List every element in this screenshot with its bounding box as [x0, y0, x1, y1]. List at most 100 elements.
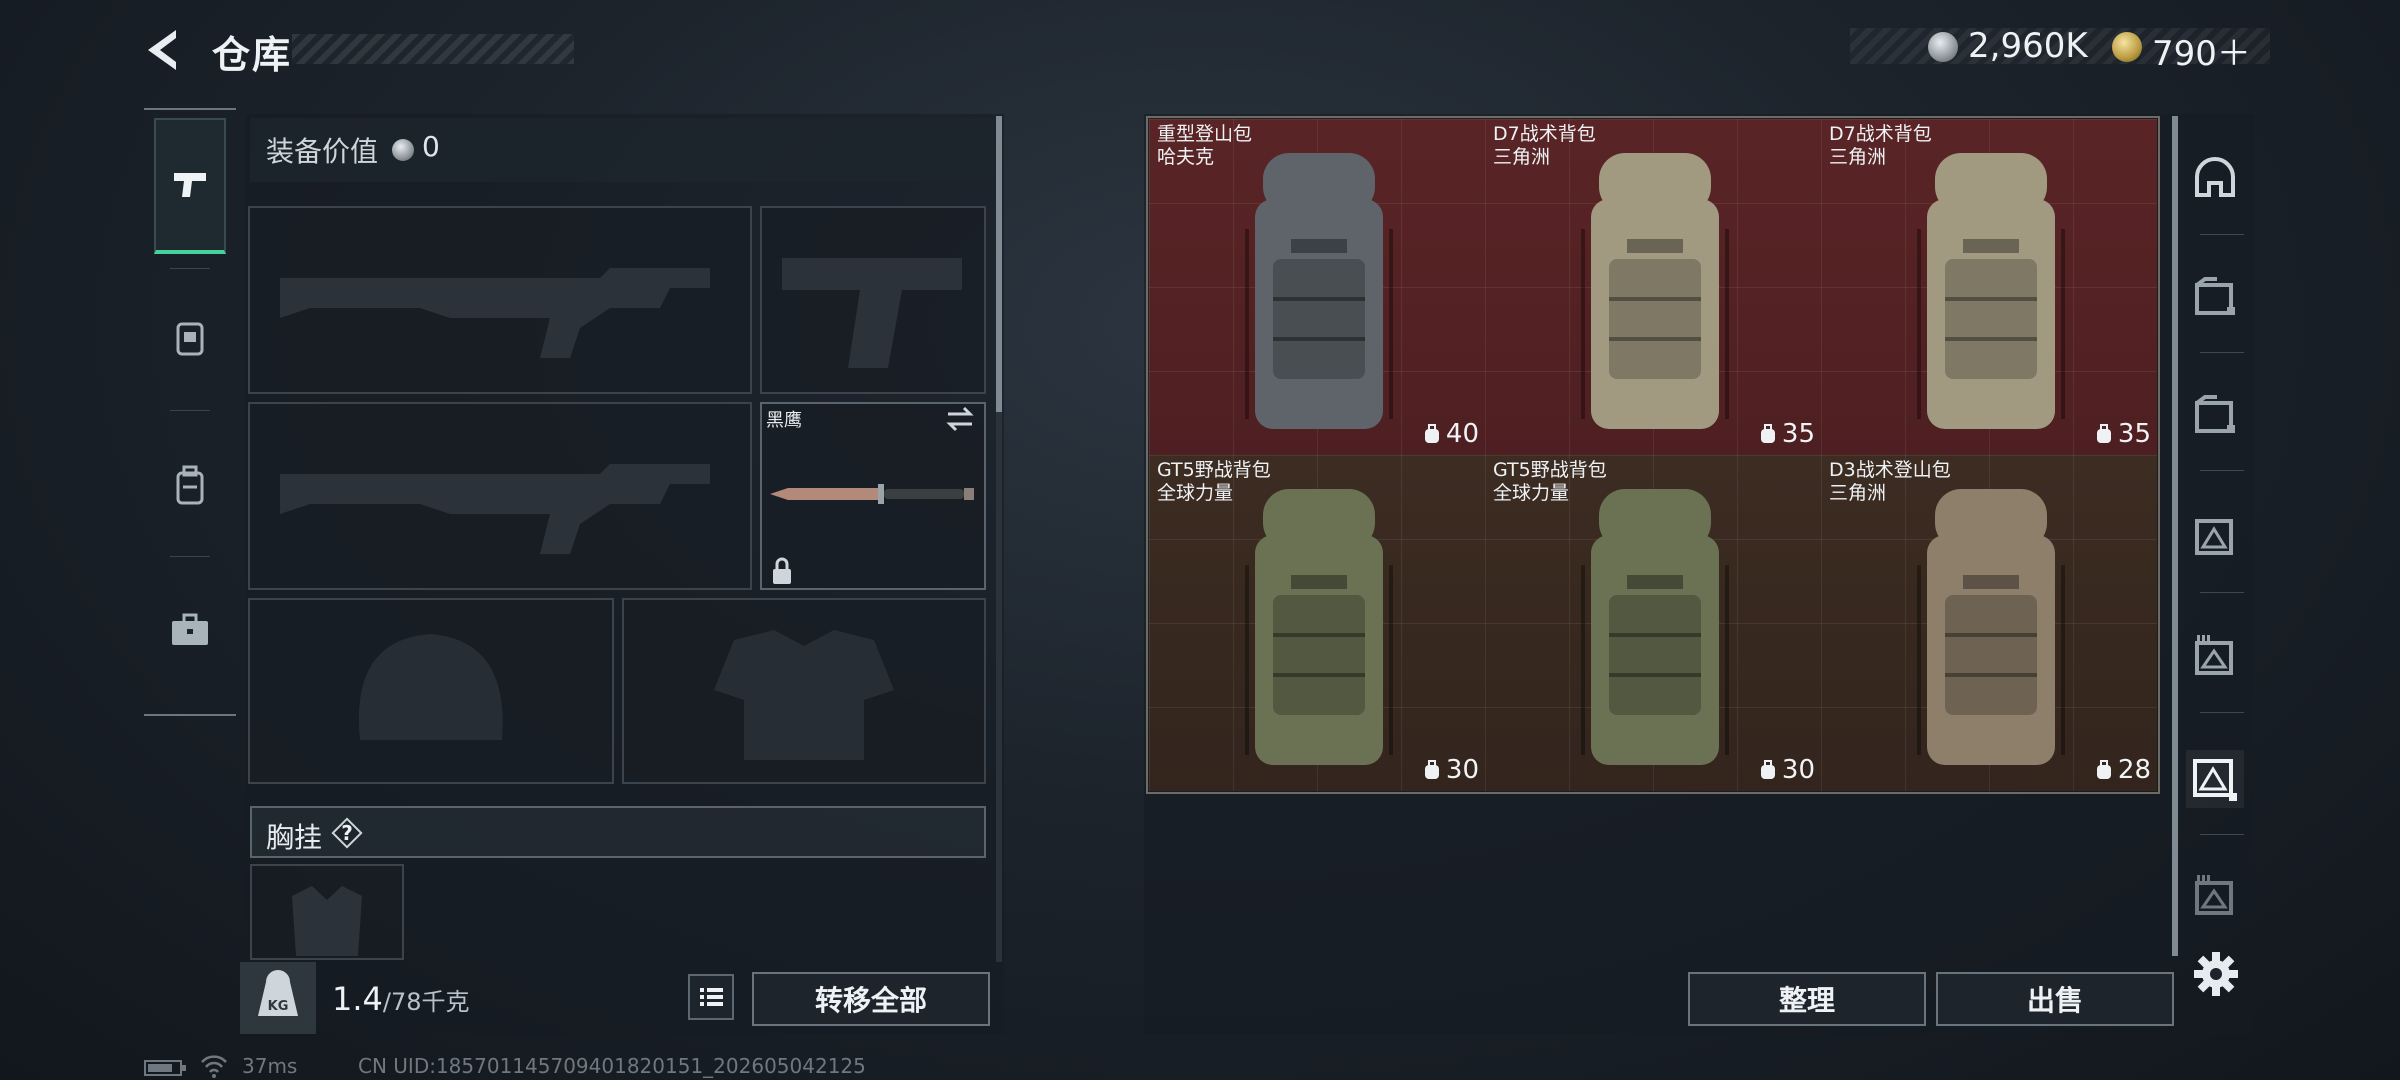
equipment-value: 0 [422, 130, 440, 163]
item-capacity: 35 [2094, 419, 2151, 449]
briefcase-icon [172, 613, 208, 645]
sort-button[interactable]: 整理 [1688, 972, 1926, 1026]
sidebar-separator [2200, 234, 2244, 235]
sidebar-storage-5[interactable] [2186, 750, 2244, 808]
capacity-value: 40 [1445, 419, 1479, 449]
primary-weapon-slot[interactable] [248, 206, 752, 394]
backpack-image [1917, 489, 2065, 765]
weight-icon: KG [258, 970, 298, 1016]
swap-icon[interactable] [944, 404, 976, 434]
tab-separator [170, 410, 210, 411]
storage-grid: 重型登山包 哈夫克 40 D7战术背包 三角洲 35 D7战术背包 三角洲 35 GT5野战背包全… [1146, 116, 2160, 794]
backpack-image [1245, 153, 1393, 429]
wifi-icon [201, 1055, 227, 1078]
helmet-silhouette-icon [358, 634, 503, 740]
item-brand: 全球力量 [1157, 482, 1234, 504]
capacity-icon [2096, 760, 2111, 779]
triangle-box-icon [2193, 759, 2237, 801]
item-capacity: 30 [1758, 755, 1815, 785]
sidebar-storage-4[interactable] [2186, 628, 2244, 686]
gold-coin-icon [2112, 32, 2142, 62]
svg-text:KG: KG [268, 999, 289, 1014]
helmet-filter-icon [2195, 157, 2235, 197]
item-name-line1: GT5野战背包 [1493, 459, 1607, 481]
item-name: D7战术背包 三角洲 [1493, 123, 1596, 169]
help-icon[interactable]: ? [330, 816, 364, 850]
storage-scrollbar[interactable] [2172, 116, 2178, 956]
storage-item-backpack[interactable]: D7战术背包 三角洲 35 [1821, 119, 2157, 455]
sell-button[interactable]: 出售 [1936, 972, 2174, 1026]
item-brand: 全球力量 [1493, 482, 1570, 504]
carry-weight: 1.4/78千克 [332, 980, 470, 1018]
item-name-line1: D7战术背包 [1829, 123, 1932, 145]
storage-item-backpack[interactable]: D3战术登山包 三角洲 28 [1821, 455, 2157, 791]
sidebar-helmet-filter[interactable] [2186, 150, 2244, 208]
sidearm-slot[interactable] [760, 206, 986, 394]
lock-icon [773, 557, 791, 584]
storage-item-backpack[interactable]: GT5野战背包 全球力量 30 [1485, 455, 1821, 791]
weight-box: KG [240, 962, 316, 1034]
storage-item-backpack[interactable]: 重型登山包 哈夫克 40 [1149, 119, 1485, 455]
list-icon [700, 988, 723, 1006]
capacity-value: 30 [1445, 755, 1479, 785]
list-view-button[interactable] [688, 974, 734, 1020]
secondary-weapon-slot[interactable] [248, 402, 752, 590]
item-name-line1: GT5野战背包 [1157, 459, 1271, 481]
chest-rig-slot[interactable] [250, 864, 404, 960]
armor-icon [176, 322, 204, 356]
tab-armor[interactable] [154, 270, 226, 406]
silver-coin-icon [392, 139, 414, 161]
sidebar-separator [2200, 712, 2244, 713]
equipment-scrollbar-thumb[interactable] [996, 116, 1002, 412]
item-name-line1: 重型登山包 [1157, 123, 1253, 145]
knife-image [770, 484, 974, 504]
back-arrow-icon[interactable] [140, 26, 188, 74]
armor-silhouette-icon [714, 630, 894, 760]
storage-item-backpack[interactable]: D7战术背包 三角洲 35 [1485, 119, 1821, 455]
chest-rig-silhouette-icon [292, 886, 362, 956]
capacity-icon [2096, 424, 2111, 443]
sidebar-separator [2200, 834, 2244, 835]
item-brand: 三角洲 [1829, 146, 1887, 168]
storage-case-icon [2195, 395, 2235, 433]
item-name-line1: D7战术背包 [1493, 123, 1596, 145]
body-armor-slot[interactable] [622, 598, 986, 784]
item-brand: 三角洲 [1493, 146, 1551, 168]
item-capacity: 35 [1758, 419, 1815, 449]
sidebar-separator [2200, 592, 2244, 593]
triangle-box-icon [2195, 519, 2233, 555]
silver-coin-icon [1928, 32, 1958, 62]
tab-weapons[interactable] [154, 118, 226, 254]
tab-toolbox[interactable] [154, 562, 226, 698]
storage-item-backpack[interactable]: GT5野战背包 全球力量 30 [1149, 455, 1485, 791]
item-name: GT5野战背包 全球力量 [1493, 459, 1607, 505]
capacity-value: 28 [2117, 755, 2151, 785]
page-title: 仓库 [212, 33, 293, 77]
capacity-icon [1760, 760, 1775, 779]
sidebar-storage-3[interactable] [2186, 508, 2244, 566]
ping-value: 37ms [242, 1054, 298, 1078]
sidebar-storage-2[interactable] [2186, 386, 2244, 444]
backpack-image [1245, 489, 1393, 765]
item-capacity: 28 [2094, 755, 2151, 785]
sidebar-storage-1[interactable] [2186, 268, 2244, 326]
svg-text:?: ? [341, 821, 353, 845]
pistol-silhouette-icon [782, 258, 962, 368]
settings-gear-icon[interactable] [2192, 950, 2240, 998]
tab-backpack[interactable] [154, 418, 226, 554]
tab-separator [170, 556, 210, 557]
helmet-slot[interactable] [248, 598, 614, 784]
backpack-icon [176, 465, 204, 505]
sidebar-separator [2200, 470, 2244, 471]
sidebar-storage-6[interactable] [2186, 868, 2244, 926]
transfer-all-button[interactable]: 转移全部 [752, 972, 990, 1026]
item-brand: 三角洲 [1829, 482, 1887, 504]
storage-case-icon [2195, 277, 2235, 315]
backpack-image [1917, 153, 2065, 429]
item-capacity: 40 [1422, 419, 1479, 449]
equipment-value-label: 装备价值 [266, 135, 379, 168]
gold-currency-value[interactable]: 790＋ [2152, 26, 2251, 75]
capacity-value: 35 [1781, 419, 1815, 449]
capacity-value: 30 [1781, 755, 1815, 785]
capacity-icon [1424, 424, 1439, 443]
